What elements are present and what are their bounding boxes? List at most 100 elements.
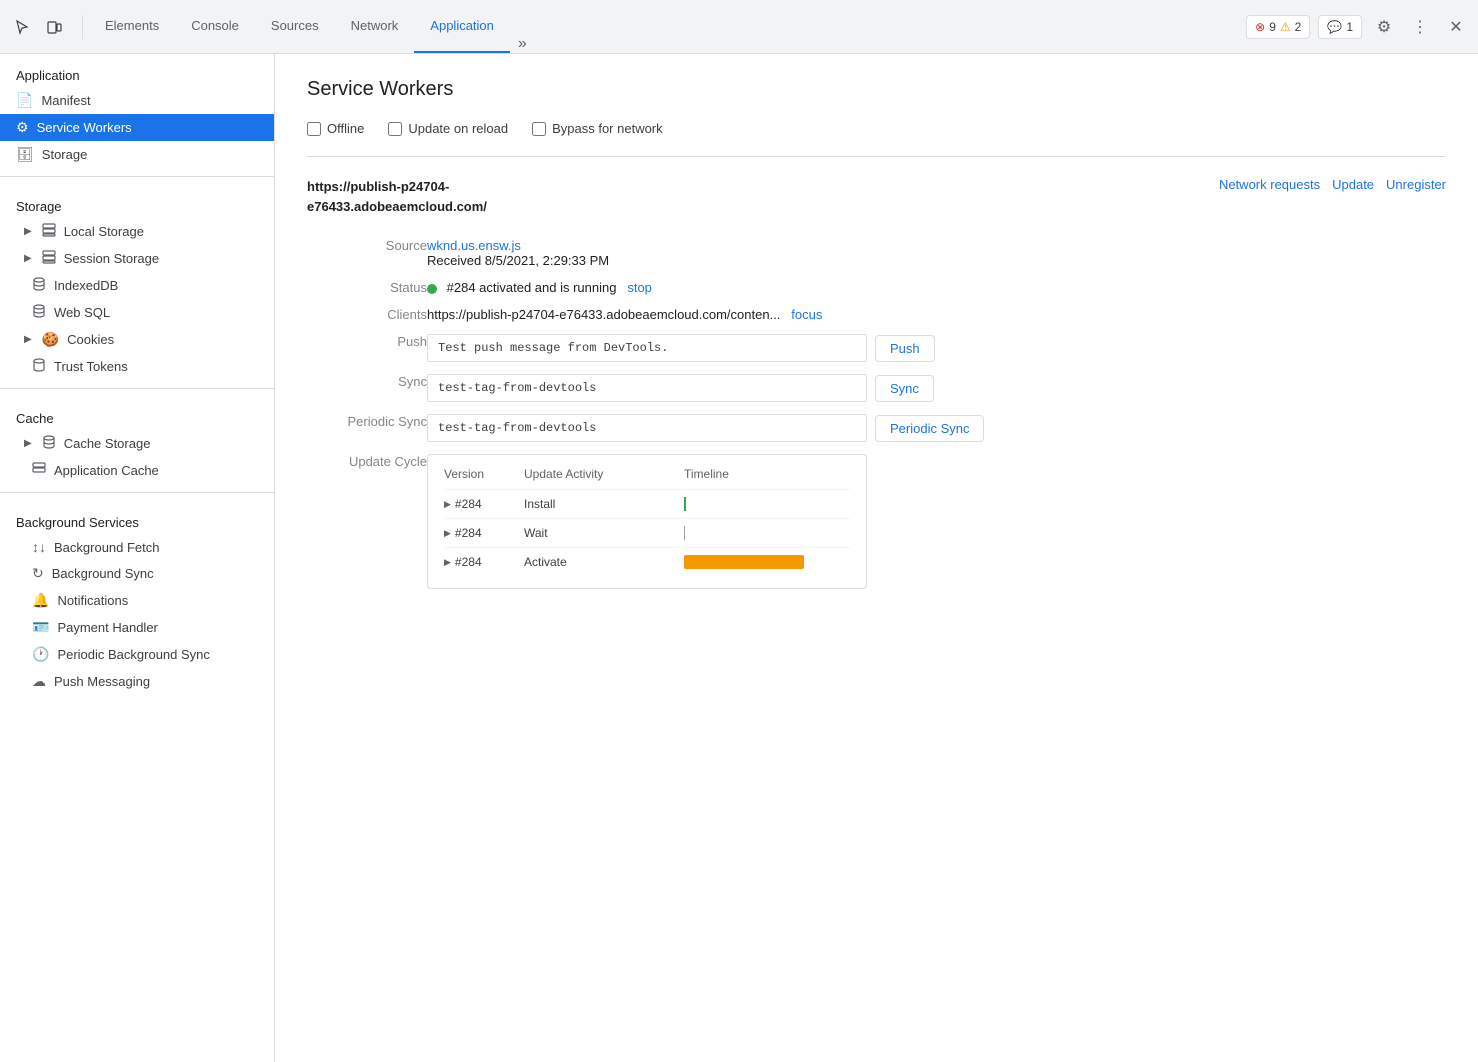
sidebar-item-label: Trust Tokens	[54, 359, 128, 374]
sidebar-item-label: Background Sync	[52, 566, 154, 581]
expand-tri-icon[interactable]: ▶	[444, 557, 451, 568]
uc-timeline-wait	[684, 525, 850, 541]
sidebar-sep-1	[0, 176, 274, 177]
status-text: #284 activated and is running	[447, 280, 617, 295]
tab-sources[interactable]: Sources	[255, 0, 335, 53]
sync-input[interactable]	[427, 374, 867, 402]
sidebar-item-label: Service Workers	[37, 120, 132, 135]
close-icon[interactable]: ✕	[1442, 13, 1470, 41]
source-label: Source	[307, 232, 427, 274]
error-icon: ⊗	[1255, 20, 1265, 34]
unregister-link[interactable]: Unregister	[1386, 177, 1446, 192]
stop-link[interactable]: stop	[627, 280, 652, 295]
content-divider	[307, 156, 1446, 157]
app-cache-icon	[32, 462, 46, 479]
checkbox-row: Offline Update on reload Bypass for netw…	[307, 121, 1446, 136]
update-cycle-value: Version Update Activity Timeline ▶ #28	[427, 448, 1446, 595]
bypass-for-network-checkbox[interactable]	[532, 122, 546, 136]
sidebar-item-label: Notifications	[57, 593, 128, 608]
sync-input-row: Sync	[427, 374, 1446, 402]
sidebar-item-cache-storage[interactable]: ▶ Cache Storage	[0, 430, 274, 457]
sidebar-item-trust-tokens[interactable]: Trust Tokens	[0, 353, 274, 380]
uc-activity-wait: Wait	[524, 526, 684, 540]
offline-checkbox-label[interactable]: Offline	[307, 121, 364, 136]
device-toggle-icon[interactable]	[40, 13, 68, 41]
expand-arrow-icon: ▶	[24, 253, 32, 264]
sidebar-item-indexeddb[interactable]: IndexedDB	[0, 272, 274, 299]
sidebar-item-service-workers[interactable]: ⚙ Service Workers	[0, 114, 274, 141]
uc-row-wait: ▶ #284 Wait	[444, 518, 850, 547]
expand-tri-icon[interactable]: ▶	[444, 499, 451, 510]
network-requests-link[interactable]: Network requests	[1219, 177, 1320, 192]
uc-activity-install: Install	[524, 497, 684, 511]
sidebar-item-periodic-background-sync[interactable]: 🕐 Periodic Background Sync	[0, 641, 274, 668]
local-storage-icon	[42, 223, 56, 240]
periodic-sync-row: Periodic Sync Periodic Sync	[307, 408, 1446, 448]
info-badge[interactable]: 💬 1	[1318, 15, 1362, 39]
uc-version-label: #284	[455, 497, 482, 511]
status-label: Status	[307, 274, 427, 301]
sidebar-item-label: Storage	[42, 147, 88, 162]
sidebar-sep-3	[0, 492, 274, 493]
toolbar-icon-group	[8, 13, 68, 41]
clients-value: https://publish-p24704-e76433.adobeaemcl…	[427, 301, 1446, 328]
sidebar-section-cache: Cache	[0, 397, 274, 430]
clients-text: https://publish-p24704-e76433.adobeaemcl…	[427, 307, 780, 322]
update-cycle-row: Update Cycle Version Update Activity Tim…	[307, 448, 1446, 595]
sidebar-item-payment-handler[interactable]: 🪪 Payment Handler	[0, 614, 274, 641]
cache-storage-icon	[42, 435, 56, 452]
bypass-for-network-checkbox-label[interactable]: Bypass for network	[532, 121, 663, 136]
warn-icon: ⚠	[1280, 20, 1291, 34]
websql-icon	[32, 304, 46, 321]
tab-network[interactable]: Network	[335, 0, 415, 53]
sidebar-item-session-storage[interactable]: ▶ Session Storage	[0, 245, 274, 272]
status-dot-icon	[427, 284, 437, 294]
push-input[interactable]	[427, 334, 867, 362]
sidebar-section-storage: Storage	[0, 185, 274, 218]
sidebar-item-manifest[interactable]: 📄 Manifest	[0, 87, 274, 114]
periodic-sync-input[interactable]	[427, 414, 867, 442]
update-link[interactable]: Update	[1332, 177, 1374, 192]
tab-elements[interactable]: Elements	[89, 0, 175, 53]
sidebar-item-cookies[interactable]: ▶ 🍪 Cookies	[0, 326, 274, 353]
settings-icon[interactable]: ⚙	[1370, 13, 1398, 41]
sidebar-item-label: Application Cache	[54, 463, 159, 478]
expand-tri-icon[interactable]: ▶	[444, 528, 451, 539]
sidebar-item-app-cache[interactable]: Application Cache	[0, 457, 274, 484]
sync-button[interactable]: Sync	[875, 375, 934, 402]
update-cycle-label: Update Cycle	[307, 448, 427, 595]
sidebar-item-label: Periodic Background Sync	[57, 647, 209, 662]
push-value: Push	[427, 328, 1446, 368]
sidebar-item-storage[interactable]: 🗄 Storage	[0, 141, 274, 168]
sidebar-item-label: Manifest	[41, 93, 90, 108]
error-badge[interactable]: ⊗ 9 ⚠ 2	[1246, 15, 1310, 39]
sidebar-item-label: IndexedDB	[54, 278, 118, 293]
received-text: Received 8/5/2021, 2:29:33 PM	[427, 253, 609, 268]
tab-more-button[interactable]: »	[510, 35, 535, 53]
cursor-icon[interactable]	[8, 13, 36, 41]
push-button[interactable]: Push	[875, 335, 935, 362]
clients-row: Clients https://publish-p24704-e76433.ad…	[307, 301, 1446, 328]
tab-application[interactable]: Application	[414, 0, 510, 53]
uc-row-activate: ▶ #284 Activate	[444, 547, 850, 576]
update-on-reload-checkbox-label[interactable]: Update on reload	[388, 121, 508, 136]
tab-console[interactable]: Console	[175, 0, 255, 53]
sidebar-item-background-sync[interactable]: ↻ Background Sync	[0, 560, 274, 587]
more-options-icon[interactable]: ⋮	[1406, 13, 1434, 41]
bypass-for-network-label: Bypass for network	[552, 121, 663, 136]
push-row: Push Push	[307, 328, 1446, 368]
sidebar-item-notifications[interactable]: 🔔 Notifications	[0, 587, 274, 614]
sidebar-item-push-messaging[interactable]: ☁ Push Messaging	[0, 668, 274, 695]
sidebar-item-local-storage[interactable]: ▶ Local Storage	[0, 218, 274, 245]
periodic-sync-button[interactable]: Periodic Sync	[875, 415, 984, 442]
sidebar-item-websql[interactable]: Web SQL	[0, 299, 274, 326]
source-link[interactable]: wknd.us.ensw.js	[427, 238, 521, 253]
storage-icon: 🗄	[16, 146, 34, 163]
info-icon: 💬	[1327, 20, 1342, 34]
focus-link[interactable]: focus	[791, 307, 822, 322]
offline-checkbox[interactable]	[307, 122, 321, 136]
sidebar-item-label: Payment Handler	[57, 620, 157, 635]
update-on-reload-checkbox[interactable]	[388, 122, 402, 136]
toolbar-right: ⊗ 9 ⚠ 2 💬 1 ⚙ ⋮ ✕	[1246, 13, 1470, 41]
sidebar-item-background-fetch[interactable]: ↕↓ Background Fetch	[0, 534, 274, 560]
